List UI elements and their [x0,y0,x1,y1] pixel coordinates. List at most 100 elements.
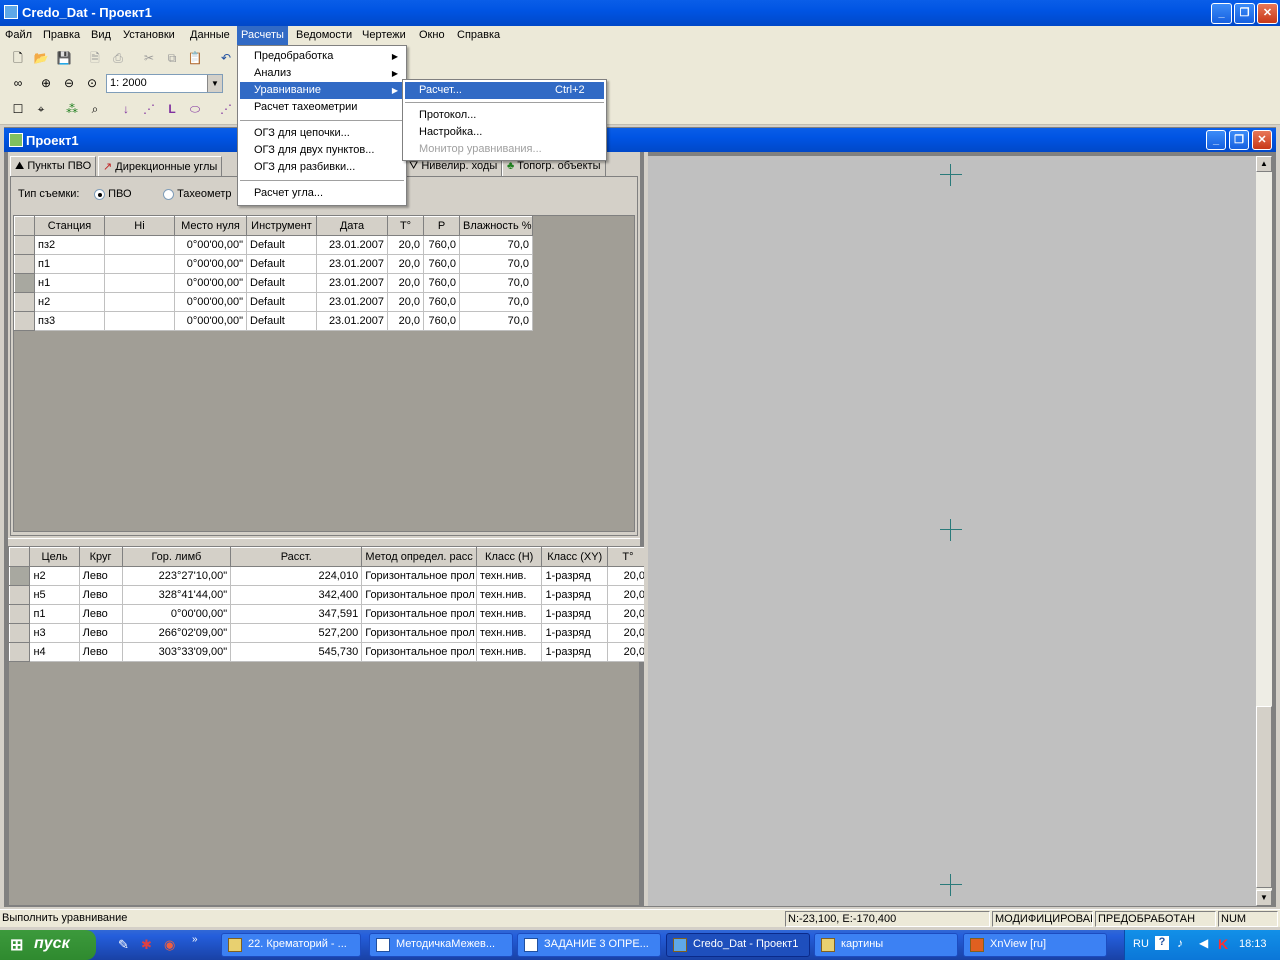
row-indicator[interactable] [14,273,35,293]
table-cell[interactable]: 23.01.2007 [316,292,388,312]
table-cell[interactable]: 0°00'00,00" [174,311,247,331]
scroll-up-icon[interactable]: ▲ [1256,156,1272,172]
table-cell[interactable]: Горизонтальное прол [361,623,477,643]
table-cell[interactable]: 70,0 [459,235,533,255]
route-icon[interactable]: ⋰ [218,101,234,117]
table-cell[interactable]: Горизонтальное прол [361,642,477,662]
table-row[interactable]: н3 Лево 266°02'09,00" 527,200 Горизонтальное… [8,623,650,643]
table-cell[interactable]: 224,010 [230,566,363,586]
row-indicator[interactable] [14,292,35,312]
table-cell[interactable]: 20,0 [387,254,424,274]
table-cell[interactable]: 23.01.2007 [316,311,388,331]
zoom-fit-icon[interactable]: ⊙ [84,75,100,91]
table-cell[interactable]: Лево [79,642,123,662]
table-cell[interactable]: 70,0 [459,254,533,274]
table-cell[interactable]: Лево [79,604,123,624]
table-cell[interactable]: 23.01.2007 [316,273,388,293]
column-header[interactable]: Hi [104,216,175,236]
taskbar-button-active[interactable]: Credo_Dat - Проект1 [666,933,810,957]
table-cell[interactable]: 70,0 [459,292,533,312]
table-cell[interactable]: 20,0 [387,292,424,312]
menu-item-protocol[interactable]: Протокол... [405,107,604,124]
table-row[interactable]: н2 0°00'00,00" Default 23.01.2007 20,0 760,0 7… [14,292,533,312]
table-cell[interactable]: Лево [79,585,123,605]
table-cell[interactable]: 342,400 [230,585,363,605]
table-cell[interactable]: 20,0 [607,604,650,624]
survey-pvo-radio[interactable]: ПВО [94,188,132,200]
polygon-icon[interactable]: ⬭ [187,101,203,117]
scroll-thumb[interactable] [1256,706,1272,888]
menu-item-tacheometry[interactable]: Расчет тахеометрии [240,99,404,116]
menu-item-preprocess[interactable]: Предобработка ▶ [240,48,404,65]
row-indicator[interactable] [14,254,35,274]
menu-item-ogz-two[interactable]: ОГЗ для двух пунктов... [240,142,404,159]
table-cell[interactable]: 0°00'00,00" [174,292,247,312]
chevron-icon[interactable]: » [192,934,198,945]
menu-drawings[interactable]: Чертежи [362,29,406,41]
table-row[interactable]: пз3 0°00'00,00" Default 23.01.2007 20,0 760,0… [14,311,533,331]
column-header[interactable]: Расст. [230,547,363,567]
column-header[interactable]: Место нуля [174,216,247,236]
menu-help[interactable]: Справка [457,29,500,41]
column-header[interactable]: Гор. лимб [121,547,232,567]
table-cell[interactable]: п1 [34,254,105,274]
table-cell[interactable]: 760,0 [423,292,460,312]
scroll-down-icon[interactable]: ▼ [1256,890,1272,906]
paste-icon[interactable]: 📋 [187,50,203,66]
chevron-down-icon[interactable]: ▼ [207,75,222,92]
speaker-icon[interactable]: ♪ [1177,936,1183,950]
column-header[interactable]: Цель [29,547,80,567]
table-cell[interactable]: 760,0 [423,311,460,331]
table-cell[interactable]: 20,0 [607,623,650,643]
row-indicator[interactable] [14,235,35,255]
table-cell[interactable]: 0°00'00,00" [174,235,247,255]
child-maximize-button[interactable]: ❐ [1229,130,1249,150]
table-cell[interactable]: 1-разряд [541,604,608,624]
table-cell[interactable]: Default [246,311,317,331]
table-cell[interactable]: техн.нив. [476,623,543,643]
column-header[interactable]: Метод определ. расс [361,547,477,567]
close-button[interactable]: ✕ [1257,3,1278,24]
select-poly-icon[interactable]: ⌖ [33,101,49,117]
zoom-out-icon[interactable]: ⊖ [61,75,77,91]
taskbar-button[interactable]: XnView [ru] [963,933,1107,957]
table-cell[interactable]: Горизонтальное прол [361,585,477,605]
column-header[interactable]: T° [387,216,424,236]
table-cell[interactable] [104,292,175,312]
table-cell[interactable]: 760,0 [423,273,460,293]
quicklaunch-icon[interactable]: ✎ [118,937,129,953]
child-minimize-button[interactable]: _ [1206,130,1226,150]
point-marker[interactable] [940,164,962,186]
tab-directions[interactable]: ↗ Дирекционные углы [98,156,223,176]
menu-view[interactable]: Вид [91,29,111,41]
table-cell[interactable] [104,254,175,274]
table-cell[interactable]: 545,730 [230,642,363,662]
taskbar-button[interactable]: МетодичкаМежев... [369,933,513,957]
table-cell[interactable]: техн.нив. [476,642,543,662]
column-header[interactable]: Инструмент [246,216,317,236]
scale-combo[interactable]: 1: 2000 ▼ [106,74,223,93]
menu-item-ogz-chain[interactable]: ОГЗ для цепочки... [240,125,404,142]
new-icon[interactable]: 🗋 [10,50,26,66]
table-cell[interactable]: Горизонтальное прол [361,566,477,586]
column-header[interactable]: Влажность % [459,216,533,236]
table-cell[interactable]: 20,0 [607,585,650,605]
table-row[interactable]: н1 0°00'00,00" Default 23.01.2007 20,0 760,0 7… [14,273,533,293]
taskbar-button[interactable]: картины [814,933,958,957]
table-cell[interactable]: 527,200 [230,623,363,643]
quicklaunch-icon[interactable]: ✱ [141,937,152,953]
table-cell[interactable]: н2 [29,566,80,586]
child-close-button[interactable]: ✕ [1252,130,1272,150]
antivirus-icon[interactable]: K [1218,936,1228,952]
print-icon[interactable]: ⎙ [110,50,126,66]
table-row[interactable]: н2 Лево 223°27'10,00" 224,010 Горизонтальное… [8,566,650,586]
table-row[interactable]: пз2 0°00'00,00" Default 23.01.2007 20,0 760,0… [14,235,533,255]
save-icon[interactable]: 💾 [56,50,72,66]
column-header[interactable]: Класс (H) [475,547,543,567]
row-indicator[interactable] [14,311,35,331]
table-cell[interactable]: Default [246,273,317,293]
table-cell[interactable]: 20,0 [607,642,650,662]
menu-item-settings[interactable]: Настройка... [405,124,604,141]
undo-icon[interactable]: ↶ [218,50,234,66]
column-header[interactable]: P [423,216,460,236]
